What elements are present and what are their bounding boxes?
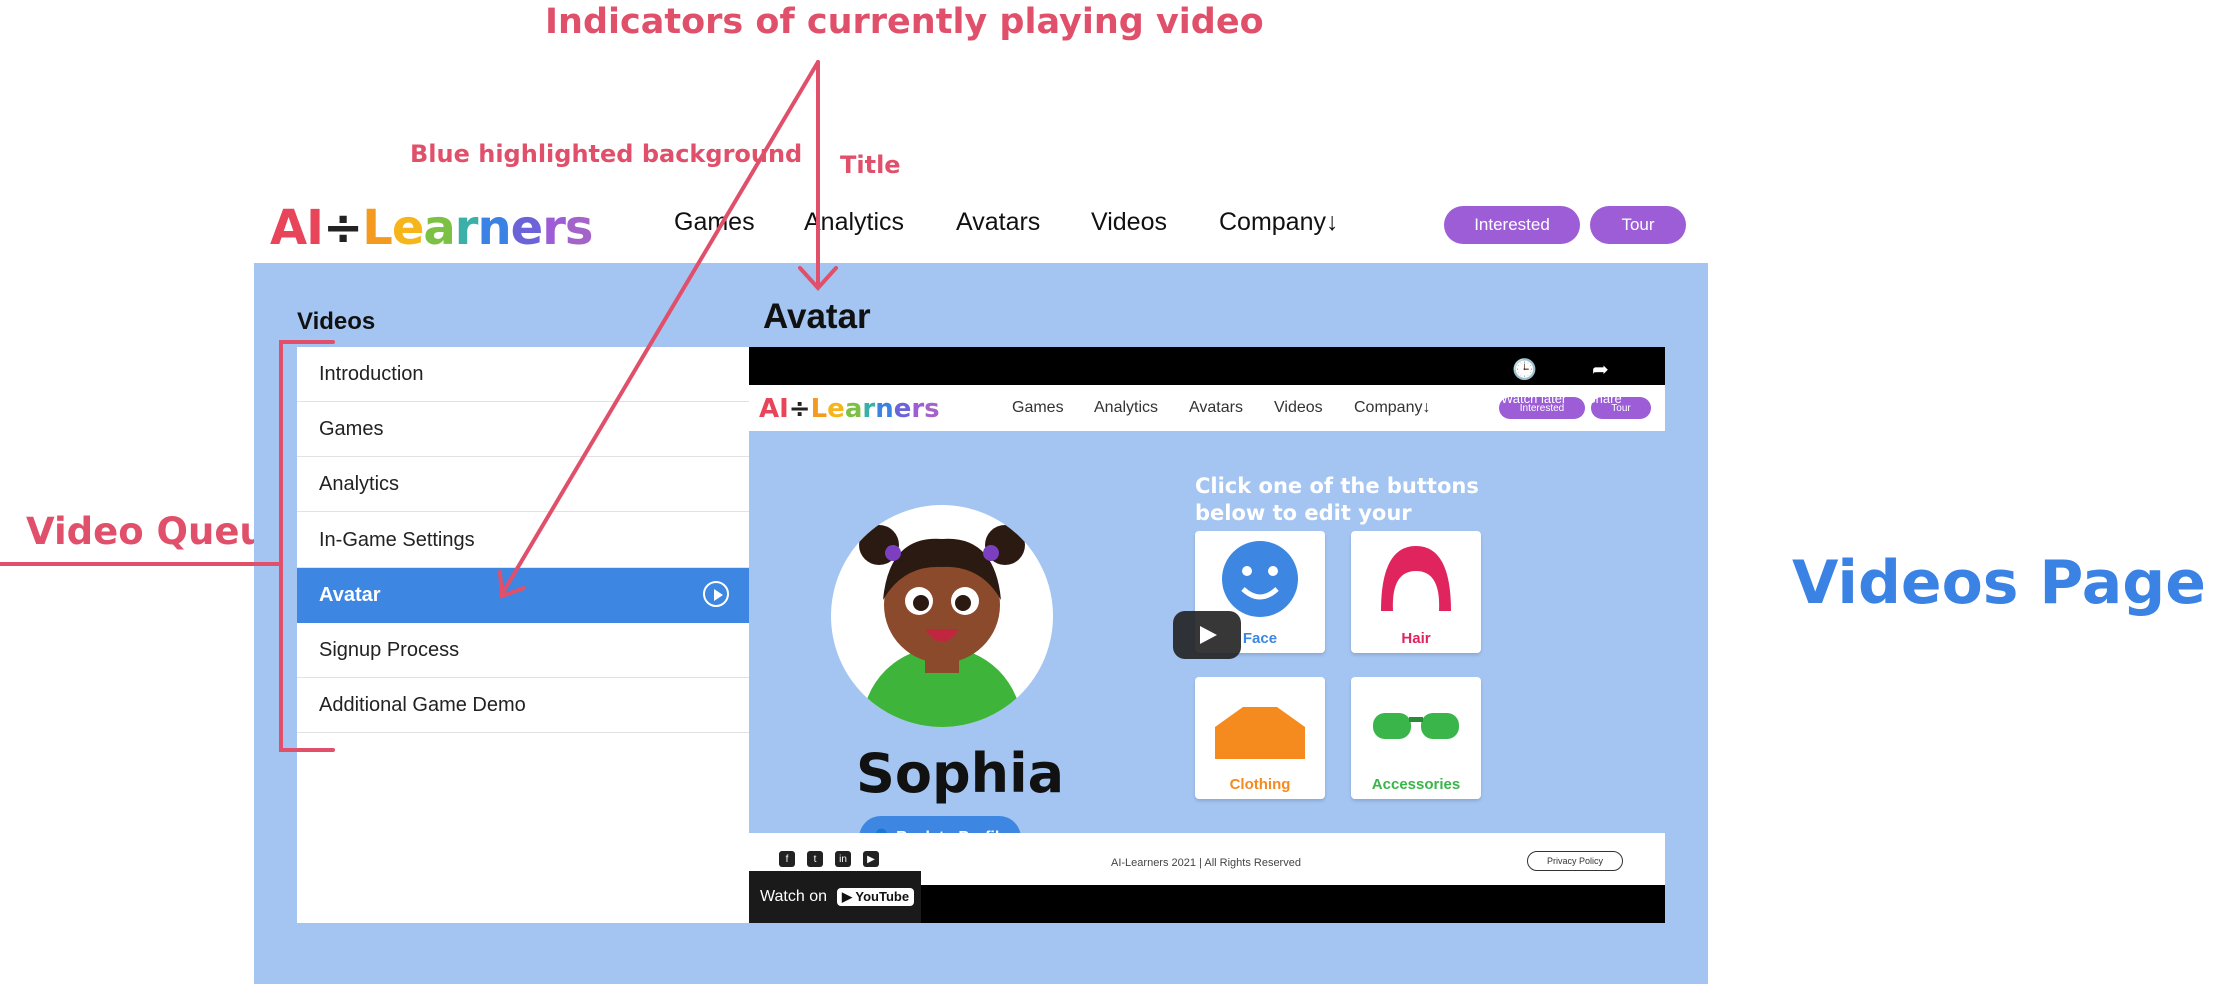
queue-bracket [279, 340, 335, 752]
annotation-overlay [0, 60, 838, 752]
indicator-arrow-line [500, 60, 820, 596]
